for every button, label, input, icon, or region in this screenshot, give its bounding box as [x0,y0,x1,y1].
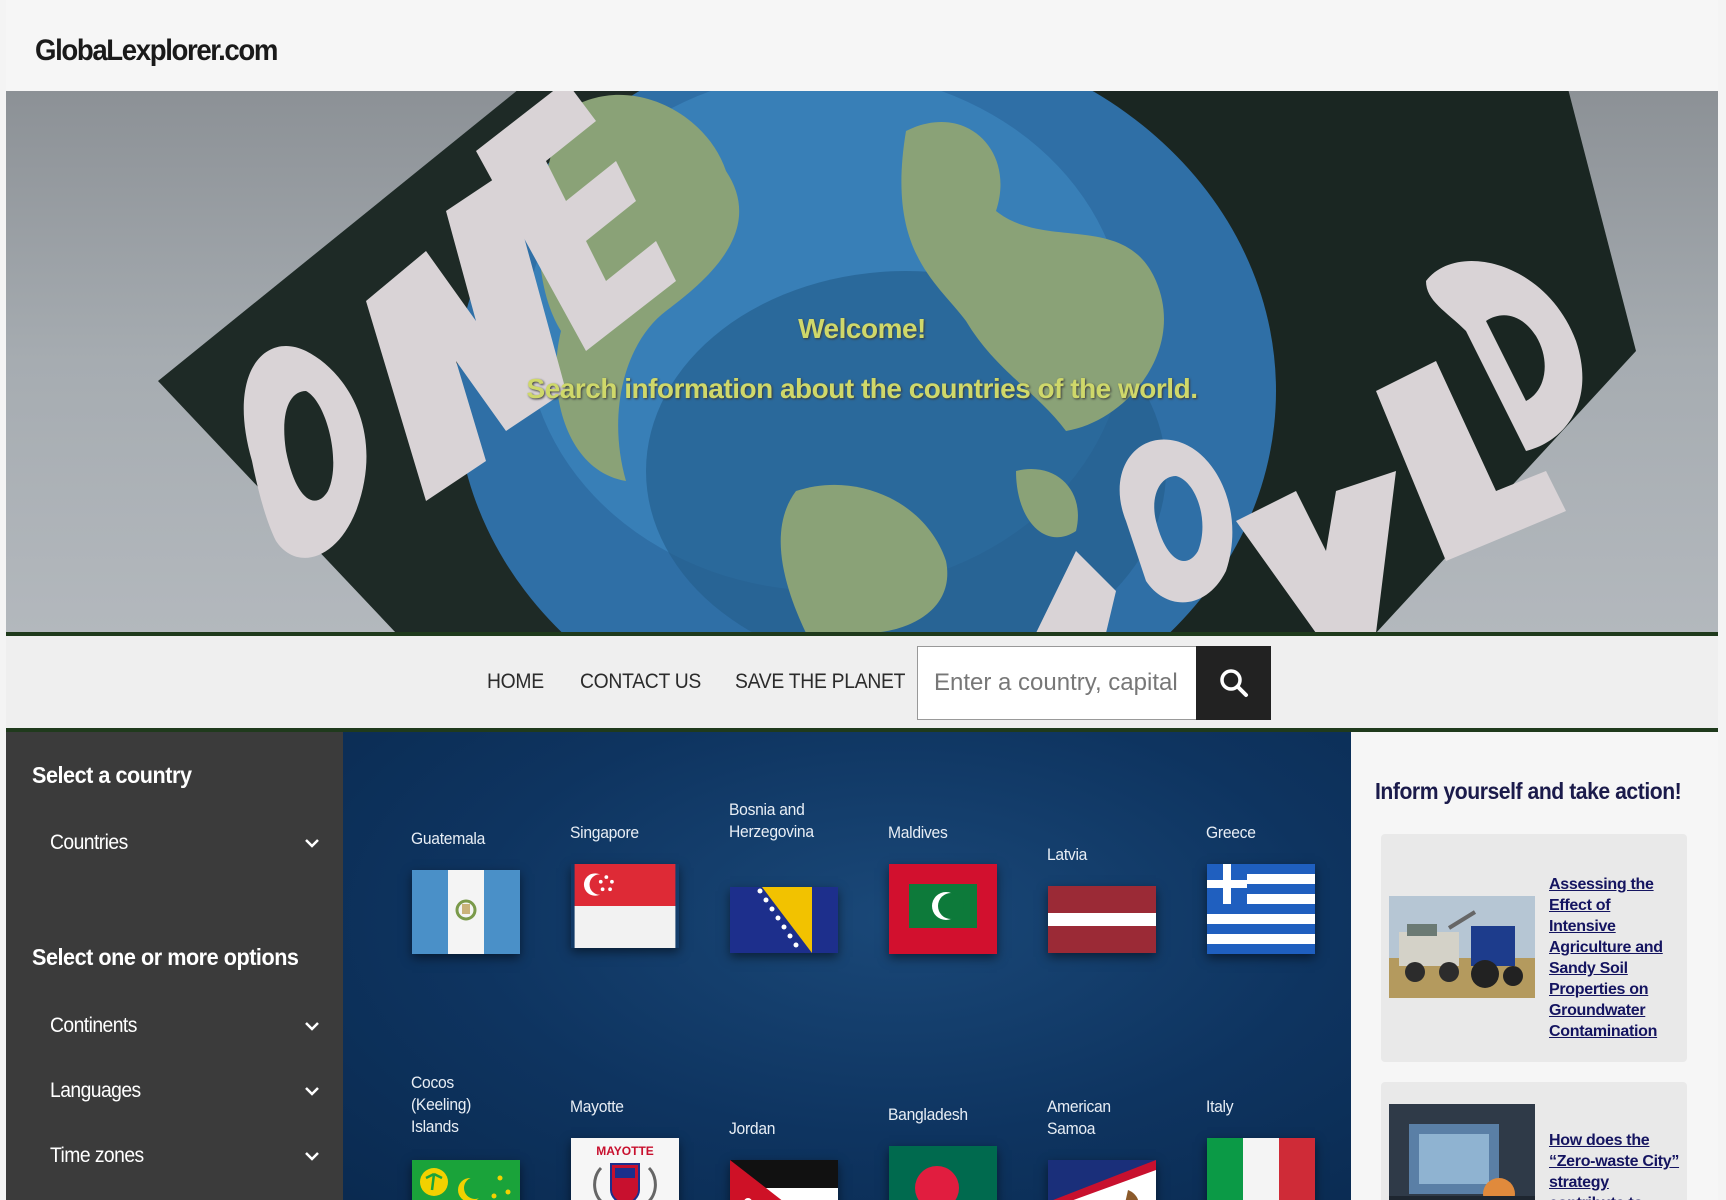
hero-subtitle: Search information about the countries o… [526,373,1198,404]
languages-label: Languages [50,1079,141,1102]
country-card-guatemala[interactable]: Guatemala [411,828,531,850]
time-zones-dropdown[interactable]: Time zones [50,1141,320,1171]
country-card-jordan[interactable]: Jordan [729,1118,849,1140]
country-name: Latvia [1047,845,1088,864]
chevron-down-icon [305,839,319,848]
action-aside: Inform yourself and take action! Assessi… [1351,732,1718,1200]
flag-greece[interactable] [1207,864,1315,954]
time-zones-label: Time zones [50,1144,144,1167]
select-options-title: Select one or more options [32,944,299,970]
country-name: Greece [1206,823,1256,842]
logo-bar: GlobaLexplorer.com [6,0,1718,91]
flag-guatemala[interactable] [412,870,520,954]
country-card-cocos-keeling-islands[interactable]: Cocos (Keeling) Islands [411,1072,531,1138]
flag-cocos-keeling-islands[interactable] [412,1160,520,1200]
article-card[interactable]: How does the “Zero-waste City” strategy … [1381,1082,1687,1200]
country-card-mayotte[interactable]: Mayotte [570,1096,690,1118]
mayotte-flag-text: MAYOTTE [596,1144,654,1158]
countries-dropdown[interactable]: Countries [50,828,320,858]
article-link[interactable]: How does the “Zero-waste City” strategy … [1549,1130,1681,1200]
nav-contact-us[interactable]: CONTACT US [580,670,701,694]
aside-title: Inform yourself and take action! [1375,778,1682,804]
flag-bangladesh[interactable] [889,1146,997,1200]
country-name: Mayotte [570,1097,624,1116]
languages-dropdown[interactable]: Languages [50,1076,320,1106]
country-name: Maldives [888,823,948,842]
article-link[interactable]: Assessing the Effect of Intensive Agricu… [1549,874,1681,1042]
country-name: Cocos (Keeling) Islands [411,1073,472,1136]
flag-italy[interactable] [1207,1138,1315,1200]
country-card-singapore[interactable]: Singapore [570,822,690,844]
flag-latvia[interactable] [1048,886,1156,953]
flag-bosnia-and-herzegovina[interactable] [730,887,838,953]
country-name: American Samoa [1047,1097,1111,1138]
flag-jordan[interactable] [730,1160,838,1200]
hero-banner: Welcome! Search information about the co… [6,91,1718,633]
hero-image [158,91,1636,633]
article-card[interactable]: Assessing the Effect of Intensive Agricu… [1381,834,1687,1062]
flag-maldives[interactable] [889,864,997,954]
country-card-american-samoa[interactable]: American Samoa [1047,1096,1167,1140]
countries-label: Countries [50,831,128,854]
navbar: HOME CONTACT US SAVE THE PLANET [6,636,1718,730]
country-name: Italy [1206,1097,1234,1116]
country-card-bosnia-and-herzegovina[interactable]: Bosnia and Herzegovina [729,799,849,843]
country-card-maldives[interactable]: Maldives [888,822,1008,844]
country-name: Jordan [729,1119,776,1138]
country-card-latvia[interactable]: Latvia [1047,844,1167,866]
flag-mayotte[interactable]: MAYOTTE [571,1138,679,1200]
country-card-greece[interactable]: Greece [1206,822,1326,844]
country-name: Guatemala [411,829,486,848]
country-name: Singapore [570,823,639,842]
filter-sidebar: Select a country Countries Select one or… [6,732,343,1200]
country-name: Bosnia and Herzegovina [729,800,814,841]
country-flags-grid: Guatemala Singapore Bosnia and Herzegovi… [343,732,1351,1200]
select-country-title: Select a country [32,762,192,788]
nav-save-the-planet[interactable]: SAVE THE PLANET [735,670,905,694]
country-name: Bangladesh [888,1105,968,1124]
nav-home[interactable]: HOME [487,670,544,694]
chevron-down-icon [305,1022,319,1031]
continents-dropdown[interactable]: Continents [50,1011,320,1041]
flag-singapore[interactable] [571,864,679,948]
site-logo[interactable]: GlobaLexplorer.com [35,34,278,68]
country-card-bangladesh[interactable]: Bangladesh [888,1104,1008,1126]
chevron-down-icon [305,1087,319,1096]
article-thumbnail[interactable] [1389,896,1535,998]
search-icon [1219,669,1248,697]
hero-welcome: Welcome! [798,313,926,344]
search-input[interactable] [917,646,1197,720]
country-card-italy[interactable]: Italy [1206,1096,1326,1118]
article-thumbnail[interactable] [1389,1104,1535,1200]
chevron-down-icon [305,1152,319,1161]
flag-american-samoa[interactable] [1048,1160,1156,1200]
continents-label: Continents [50,1014,137,1037]
search-button[interactable] [1196,646,1271,720]
